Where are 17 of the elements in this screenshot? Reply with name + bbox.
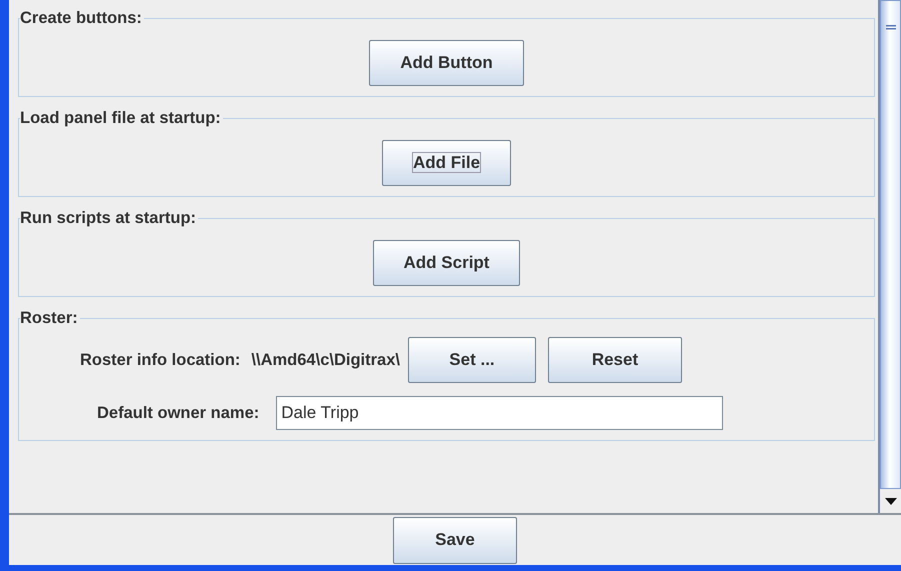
add-button[interactable]: Add Button — [369, 40, 524, 86]
group-title: Load panel file at startup: — [20, 108, 222, 128]
set-button[interactable]: Set ... — [408, 337, 536, 383]
down-arrow-icon — [884, 498, 896, 504]
add-button[interactable]: Add File — [382, 140, 512, 186]
owner-label: Default owner name: — [97, 402, 260, 424]
location-path: \\Amd64\c\Digitrax\ — [251, 350, 400, 371]
add-button[interactable]: Add Script — [372, 240, 520, 286]
group-title: Create buttons: — [20, 8, 143, 28]
location-label: Roster info location: — [80, 350, 240, 371]
save-button[interactable]: Save — [393, 516, 517, 564]
scrollbar-thumb[interactable] — [880, 0, 901, 489]
group-title: Run scripts at startup: — [20, 208, 198, 228]
group-title: Roster: — [20, 308, 79, 328]
grip-icon — [886, 25, 896, 32]
reset-button[interactable]: Reset — [548, 337, 682, 383]
owner-name-field[interactable]: Dale Tripp — [276, 396, 724, 430]
